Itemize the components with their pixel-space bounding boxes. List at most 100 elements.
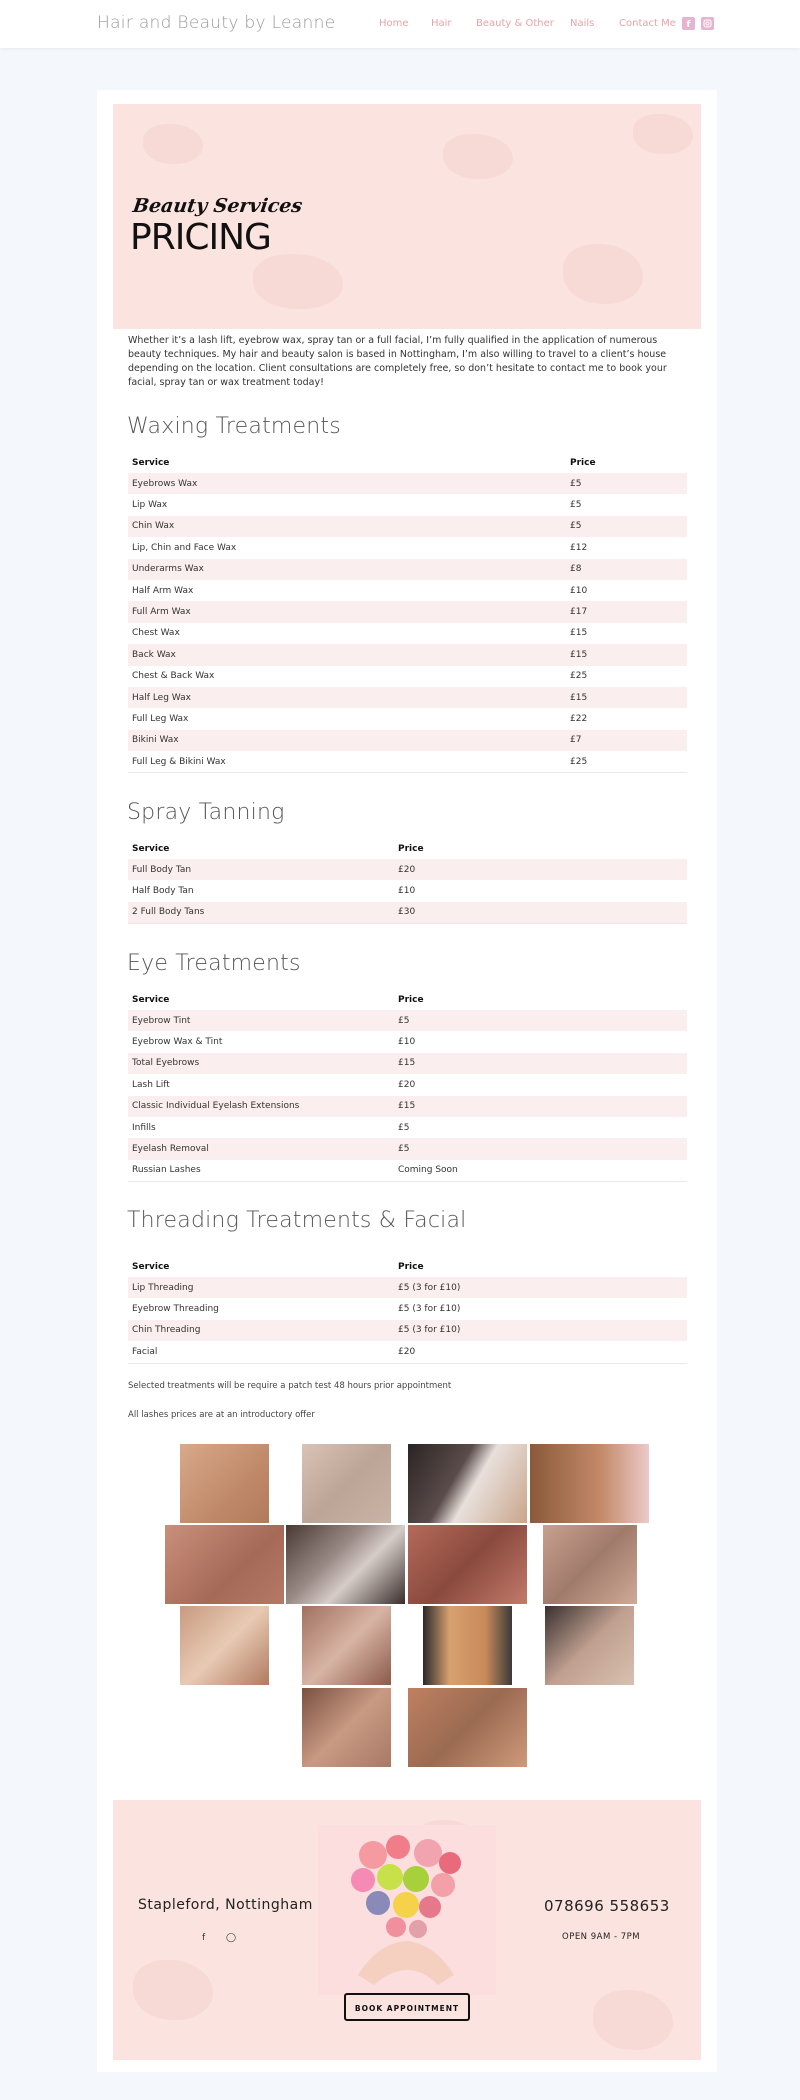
gallery-photo[interactable]	[180, 1606, 269, 1685]
price-cell: £25	[570, 671, 588, 682]
service-cell: Full Leg Wax	[132, 713, 189, 724]
price-cell: £5 (3 for £10)	[394, 1319, 687, 1342]
table-row: Full Body Tan £20	[128, 859, 687, 881]
table-row: Eyebrow Threading £5 (3 for £10)	[128, 1298, 687, 1319]
service-cell: Lip Threading	[128, 1277, 394, 1299]
price-cell: £22	[570, 713, 588, 724]
intro-text: Whether it’s a lash lift, eyebrow wax, s…	[128, 335, 667, 388]
service-cell: Lip Wax	[132, 500, 168, 511]
service-cell: Full Arm Wax	[128, 601, 566, 623]
price-cell: £5 (3 for £10)	[398, 1304, 461, 1315]
table-row: Facial £20	[128, 1341, 687, 1364]
column-header-price: Price	[398, 994, 424, 1005]
waxing-price-table: Service Price Eyebrows Wax £5 Lip Wax £5 Chin …	[128, 452, 687, 774]
gallery-photo[interactable]	[545, 1606, 634, 1685]
gallery-photo[interactable]	[543, 1525, 637, 1604]
table-row: Back Wax £15	[128, 644, 687, 666]
table-header-row: Service Price	[128, 838, 687, 859]
price-cell: £10	[398, 886, 416, 897]
service-cell: Eyebrow Wax & Tint	[132, 1037, 223, 1048]
footer-phone[interactable]: 07869​6 558653	[544, 1897, 670, 1915]
price-cell: £15	[394, 1052, 687, 1075]
gallery-photo[interactable]	[302, 1606, 391, 1685]
service-cell: Full Body Tan	[128, 859, 394, 881]
column-header-service: Service	[132, 1261, 170, 1272]
service-cell: 2 Full Body Tans	[128, 901, 394, 925]
price-cell: £20	[398, 1079, 416, 1090]
flower-heart-image	[318, 1825, 496, 1995]
table-row: Full Arm Wax £17	[128, 601, 687, 623]
section-title-spray-tanning: Spray Tanning	[127, 800, 285, 825]
service-cell: Eyebrow Tint	[128, 1010, 394, 1032]
nav-hair[interactable]: Hair	[431, 18, 452, 29]
nav-home[interactable]: Home	[379, 18, 409, 29]
instagram-icon[interactable]	[701, 17, 714, 30]
price-cell: £5	[398, 1122, 410, 1133]
table-row: Half Arm Wax £10	[128, 580, 687, 601]
section-title-waxing: Waxing Treatments	[127, 414, 341, 439]
service-cell: Facial	[128, 1341, 394, 1364]
service-cell: Eyebrow Threading	[132, 1304, 219, 1315]
table-row: Classic Individual Eyelash Extensions £15	[128, 1095, 687, 1117]
column-header-price: Price	[570, 457, 596, 468]
gallery-photo[interactable]	[423, 1606, 512, 1685]
table-row: Chest Wax £15	[128, 623, 687, 644]
patch-test-note: Selected treatments will be require a pa…	[128, 1381, 452, 1391]
lashes-offer-note: All lashes prices are at an introductory…	[128, 1410, 315, 1420]
hero-title: PRICING	[130, 217, 272, 258]
gallery-photo[interactable]	[408, 1444, 527, 1523]
gallery-photo[interactable]	[165, 1525, 284, 1604]
gallery-photo[interactable]	[286, 1525, 405, 1604]
table-row: Half Leg Wax £15	[128, 686, 687, 709]
price-cell: £30	[394, 901, 687, 925]
table-header-row: Service Price	[128, 1256, 687, 1277]
gallery-photo[interactable]	[408, 1525, 527, 1604]
table-row: Chin Wax £5	[128, 515, 687, 538]
section-title-eye: Eye Treatments	[127, 951, 301, 976]
price-cell: £5	[566, 515, 687, 538]
table-row: Full Leg Wax £22	[128, 708, 687, 729]
column-header-service: Service	[132, 994, 170, 1005]
table-row: Lip Wax £5	[128, 494, 687, 515]
price-cell: £7	[566, 729, 687, 752]
nav-contact-me[interactable]: Contact Me	[619, 18, 676, 29]
service-cell: Chin Wax	[128, 515, 566, 538]
gallery-photo[interactable]	[302, 1688, 391, 1767]
service-cell: Underarms Wax	[128, 558, 566, 580]
table-row: Underarms Wax £8	[128, 558, 687, 580]
column-header-price: Price	[398, 843, 424, 854]
table-row: Lash Lift £20	[128, 1074, 687, 1095]
gallery-photo[interactable]	[180, 1444, 269, 1523]
table-row: Eyebrow Wax & Tint £10	[128, 1031, 687, 1052]
table-row: Total Eyebrows £15	[128, 1052, 687, 1075]
site-title[interactable]: Hair and Beauty by Leanne	[97, 13, 335, 33]
threading-price-table: Service Price Lip Threading £5 (3 for £10) E…	[128, 1256, 687, 1364]
price-cell: £8	[566, 558, 687, 580]
table-row: Lip, Chin and Face Wax £12	[128, 537, 687, 558]
price-cell: £15	[566, 686, 687, 709]
service-cell: Classic Individual Eyelash Extensions	[128, 1095, 394, 1117]
price-cell: Coming Soon	[394, 1159, 687, 1183]
price-cell: £25	[566, 751, 687, 774]
table-row: Russian Lashes Coming Soon	[128, 1159, 687, 1183]
gallery-photo[interactable]	[408, 1688, 527, 1767]
service-cell: Total Eyebrows	[128, 1052, 394, 1075]
nav-beauty-other[interactable]: Beauty & Other	[476, 18, 554, 29]
column-header-service: Service	[132, 843, 170, 854]
service-cell: Half Leg Wax	[128, 686, 566, 709]
section-title-threading: Threading Treatments & Facial	[127, 1208, 467, 1233]
price-cell: £10	[570, 585, 588, 596]
service-cell: Chin Threading	[128, 1319, 394, 1342]
book-appointment-button[interactable]: BOOK APPOINTMENT	[344, 1993, 470, 2021]
facebook-icon[interactable]: f	[202, 1933, 205, 1943]
gallery-photo[interactable]	[530, 1444, 649, 1523]
instagram-icon[interactable]: ◯	[226, 1933, 236, 1943]
facebook-icon[interactable]: f	[682, 17, 695, 30]
hero-banner: Beauty Services PRICING	[113, 104, 701, 329]
table-row: Bikini Wax £7	[128, 729, 687, 752]
service-cell: Chest Wax	[132, 628, 180, 639]
gallery-photo[interactable]	[302, 1444, 391, 1523]
service-cell: Lip, Chin and Face Wax	[132, 542, 237, 553]
column-header-service: Service	[132, 457, 170, 468]
nav-nails[interactable]: Nails	[570, 18, 594, 29]
